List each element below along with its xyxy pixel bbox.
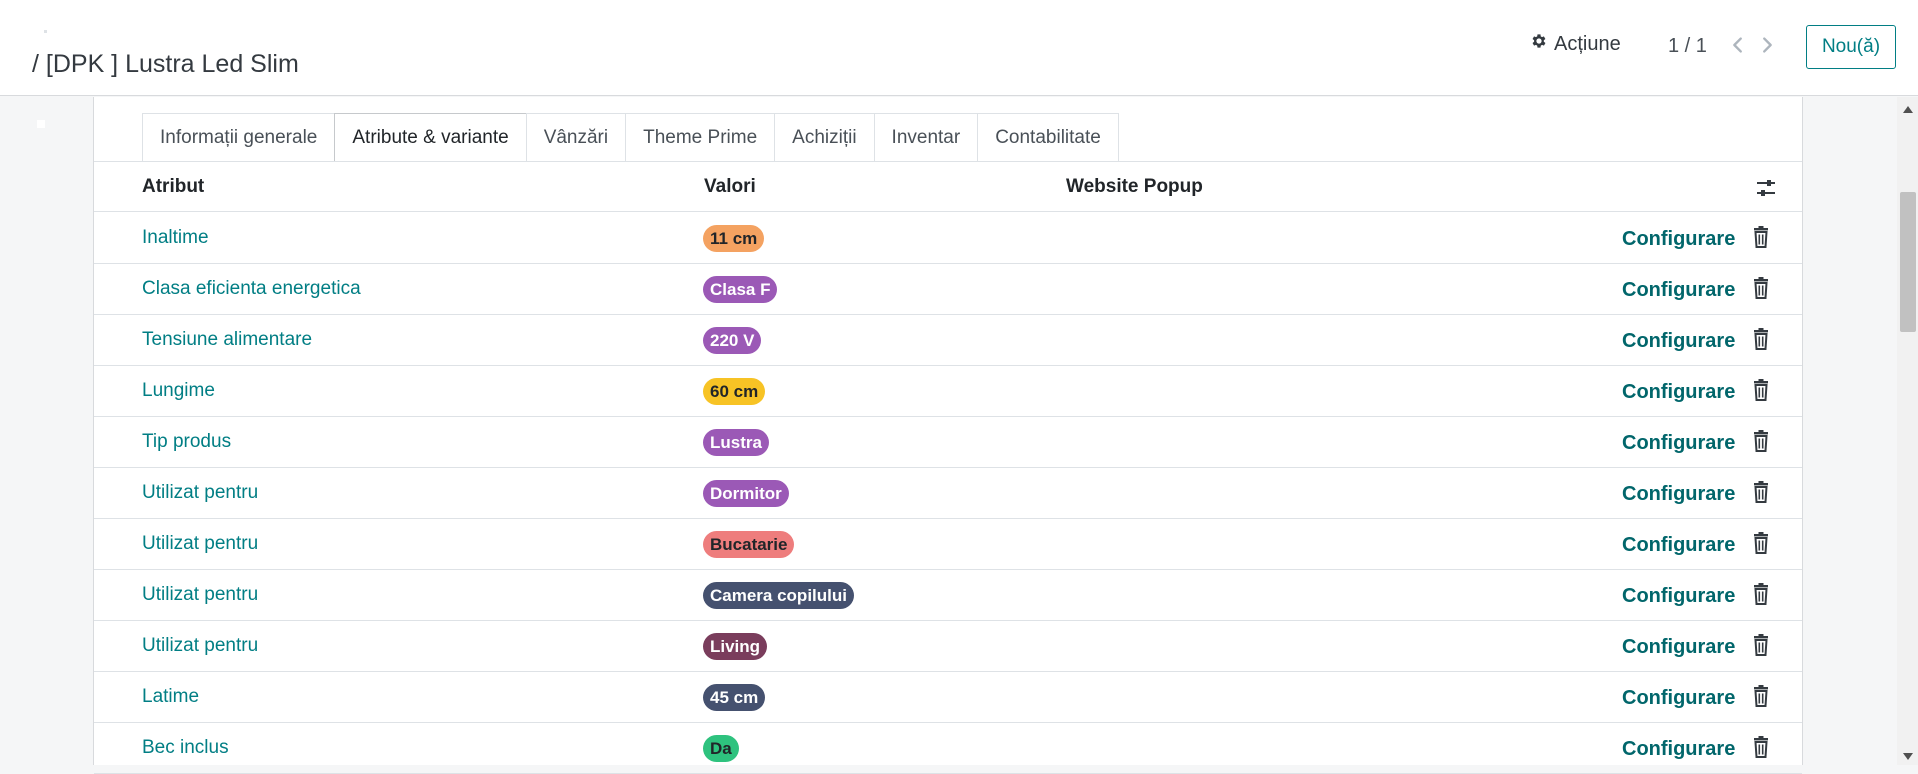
value-tag: Camera copilului [703,582,854,609]
gear-icon [1530,32,1548,56]
table-row[interactable]: Latime 45 cm Configurare [94,672,1802,723]
chevron-right-icon [1763,37,1772,53]
value-tag: Da [703,735,739,762]
trash-icon[interactable] [1751,430,1771,452]
scroll-down-arrow-icon[interactable] [1897,747,1918,765]
attribute-name-link[interactable]: Utilizat pentru [142,584,258,606]
trash-icon[interactable] [1751,685,1771,707]
column-header-attribute[interactable]: Atribut [142,176,204,198]
trash-icon[interactable] [1751,379,1771,401]
scroll-up-arrow-icon[interactable] [1897,100,1918,118]
value-tag: Bucatarie [703,531,795,558]
tab-informații-generale[interactable]: Informații generale [142,113,335,162]
table-row[interactable]: Utilizat pentru Dormitor Configurare [94,468,1802,519]
form-sheet: Informații generale Atribute & variante Vâ… [93,97,1803,774]
attribute-name-link[interactable]: Latime [142,686,199,708]
column-header-website-popup[interactable]: Website Popup [1066,176,1203,198]
value-tag: 11 cm [703,225,765,252]
table-row[interactable]: Utilizat pentru Camera copilului Configura… [94,570,1802,621]
attribute-name-link[interactable]: Bec inclus [142,737,229,759]
value-tag: Living [703,633,768,660]
value-tag: Lustra [703,429,769,456]
decorative-dot [44,30,47,33]
configure-button[interactable]: Configurare [1616,327,1741,355]
tab-inventar[interactable]: Inventar [873,113,978,162]
attribute-name-link[interactable]: Inaltime [142,227,209,249]
trash-icon[interactable] [1751,736,1771,758]
scrollbar-thumb[interactable] [1900,192,1916,332]
action-menu-label: Acțiune [1554,32,1621,55]
attribute-name-link[interactable]: Clasa eficienta energetica [142,278,361,300]
attribute-name-link[interactable]: Tip produs [142,431,231,453]
attribute-name-link[interactable]: Lungime [142,380,215,402]
trash-icon[interactable] [1751,481,1771,503]
tab-achiziții[interactable]: Achiziții [774,113,874,162]
configure-button[interactable]: Configurare [1616,429,1741,457]
tab-atribute-variante[interactable]: Atribute & variante [334,113,526,162]
configure-button[interactable]: Configurare [1616,633,1741,661]
configure-button[interactable]: Configurare [1616,378,1741,406]
pager-next-button[interactable] [1756,34,1778,56]
trash-icon[interactable] [1751,634,1771,656]
value-tag: Dormitor [703,480,789,507]
pager-previous-button[interactable] [1727,34,1749,56]
table-row[interactable]: Tensiune alimentare 220 V Configurare [94,315,1802,366]
value-tag: Clasa F [703,276,778,303]
configure-button[interactable]: Configurare [1616,276,1741,304]
breadcrumb: / [DPK ] Lustra Led Slim [32,50,299,78]
optional-columns-toggle[interactable] [1754,176,1778,200]
trash-icon[interactable] [1751,583,1771,605]
control-panel: / [DPK ] Lustra Led Slim Acțiune 1 / 1 N… [0,0,1918,96]
decorative-dot [37,120,45,128]
tab-contabilitate[interactable]: Contabilitate [977,113,1119,162]
configure-button[interactable]: Configurare [1616,531,1741,559]
tab-theme-prime[interactable]: Theme Prime [625,113,775,162]
value-tag: 45 cm [703,684,766,711]
pager-value[interactable]: 1 / 1 [1668,35,1707,58]
table-row[interactable]: Lungime 60 cm Configurare [94,366,1802,417]
table-row[interactable]: Utilizat pentru Living Configurare [94,621,1802,672]
configure-button[interactable]: Configurare [1616,480,1741,508]
table-row[interactable]: Clasa eficienta energetica Clasa F Configu… [94,264,1802,315]
table-row[interactable]: Inaltime 11 cm Configurare [94,213,1802,264]
value-tag: 220 V [703,327,762,354]
column-header-values[interactable]: Valori [704,176,756,198]
chevron-left-icon [1733,37,1742,53]
trash-icon[interactable] [1751,226,1771,248]
table-header: Atribut Valori Website Popup [94,162,1802,212]
trash-icon[interactable] [1751,328,1771,350]
configure-button[interactable]: Configurare [1616,684,1741,712]
configure-button[interactable]: Configurare [1616,225,1741,253]
table-row[interactable]: Bec inclus Da Configurare [94,723,1802,774]
action-menu-button[interactable]: Acțiune [1530,32,1621,56]
sliders-icon [1757,180,1775,196]
attribute-name-link[interactable]: Utilizat pentru [142,533,258,555]
table-row[interactable]: Utilizat pentru Bucatarie Configurare [94,519,1802,570]
vertical-scrollbar[interactable] [1897,97,1918,765]
value-tag: 60 cm [703,378,766,405]
attribute-name-link[interactable]: Tensiune alimentare [142,329,312,351]
notebook-tabs: Informații generale Atribute & variante Vâ… [142,113,1119,162]
configure-button[interactable]: Configurare [1616,735,1741,763]
attribute-name-link[interactable]: Utilizat pentru [142,635,258,657]
trash-icon[interactable] [1751,277,1771,299]
trash-icon[interactable] [1751,532,1771,554]
configure-button[interactable]: Configurare [1616,582,1741,610]
tab-vânzări[interactable]: Vânzări [525,113,626,162]
attribute-name-link[interactable]: Utilizat pentru [142,482,258,504]
table-row[interactable]: Tip produs Lustra Configurare [94,417,1802,468]
new-record-button[interactable]: Nou(ă) [1806,25,1896,69]
